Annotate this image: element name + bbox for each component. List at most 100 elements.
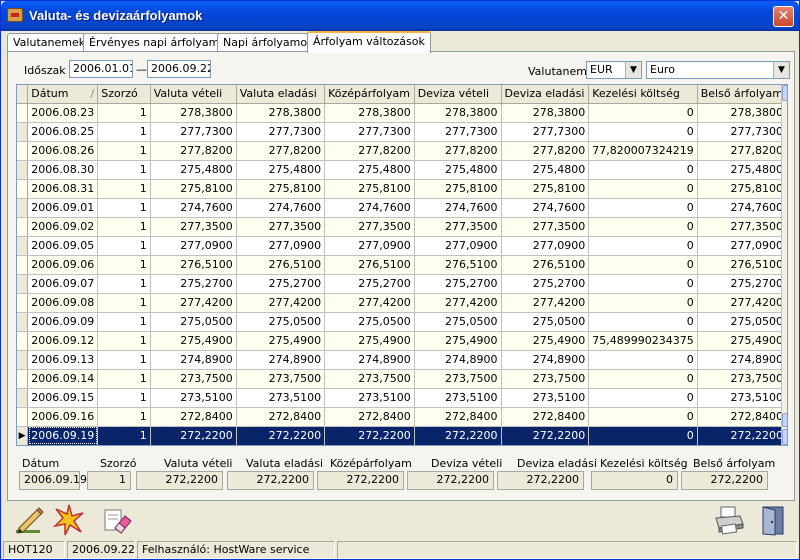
- cell-belso-arfolyam[interactable]: 277,8200: [697, 141, 787, 161]
- column-header-belso-arfolyam[interactable]: Belső árfolyam: [697, 85, 787, 104]
- row-indicator[interactable]: [17, 141, 29, 161]
- cell-deviza-veteli[interactable]: 276,5100: [414, 255, 502, 275]
- cell-datum[interactable]: 2006.09.13: [27, 350, 99, 370]
- chevron-down-icon[interactable]: ▼: [773, 62, 789, 78]
- table-row[interactable]: 2006.09.08 1 277,4200 277,4200 277,4200 277,4…: [17, 293, 787, 313]
- row-indicator[interactable]: [17, 331, 29, 351]
- scroll-up-icon[interactable]: ▲: [782, 85, 787, 101]
- cell-belso-arfolyam[interactable]: 275,0500: [697, 312, 787, 332]
- table-row[interactable]: 2006.09.14 1 273,7500 273,7500 273,7500 273,7…: [17, 369, 787, 389]
- cell-valuta-veteli[interactable]: 275,0500: [150, 312, 237, 332]
- cell-deviza-veteli[interactable]: 275,4800: [414, 160, 502, 180]
- print-icon[interactable]: [713, 504, 745, 536]
- cell-belso-arfolyam[interactable]: 278,3800: [697, 103, 787, 123]
- cell-deviza-veteli[interactable]: 275,0500: [414, 312, 502, 332]
- cell-valuta-eladasi[interactable]: 275,4800: [236, 160, 326, 180]
- cell-kezelesi-koltseg[interactable]: 0: [588, 179, 698, 199]
- cell-kezelesi-koltseg[interactable]: 0: [588, 122, 698, 142]
- cell-valuta-veteli[interactable]: 277,7300: [150, 122, 237, 142]
- cell-valuta-veteli[interactable]: 272,2200: [150, 426, 237, 445]
- delete-eraser-icon[interactable]: [101, 504, 133, 536]
- cell-szorzo[interactable]: 1: [97, 122, 151, 142]
- cell-kezelesi-koltseg[interactable]: 0: [588, 426, 698, 445]
- cell-valuta-veteli[interactable]: 274,7600: [150, 198, 237, 218]
- cell-valuta-veteli[interactable]: 274,8900: [150, 350, 237, 370]
- cell-deviza-veteli[interactable]: 274,8900: [414, 350, 502, 370]
- cell-kozeparfolyam[interactable]: 277,3500: [324, 217, 415, 237]
- cell-datum[interactable]: 2006.08.31: [27, 179, 99, 199]
- cell-belso-arfolyam[interactable]: 272,2200: [697, 426, 787, 445]
- cell-deviza-veteli[interactable]: 274,7600: [414, 198, 502, 218]
- table-row[interactable]: 2006.09.12 1 275,4900 275,4900 275,4900 275,4…: [17, 331, 787, 351]
- cell-valuta-eladasi[interactable]: 273,5100: [236, 388, 326, 408]
- column-header-kezelesi-koltseg[interactable]: Kezelési költség: [588, 85, 698, 104]
- cell-valuta-veteli[interactable]: 273,7500: [150, 369, 237, 389]
- row-indicator[interactable]: [17, 388, 29, 408]
- scroll-down-icon[interactable]: ▼: [782, 429, 787, 445]
- cell-szorzo[interactable]: 1: [97, 103, 151, 123]
- cell-valuta-eladasi[interactable]: 273,7500: [236, 369, 326, 389]
- row-indicator[interactable]: [17, 274, 29, 294]
- new-star-icon[interactable]: [53, 504, 85, 536]
- row-indicator[interactable]: [17, 198, 29, 218]
- cell-valuta-eladasi[interactable]: 274,7600: [236, 198, 326, 218]
- table-row[interactable]: 2006.08.31 1 275,8100 275,8100 275,8100 275,8…: [17, 179, 787, 199]
- cell-valuta-veteli[interactable]: 277,8200: [150, 141, 237, 161]
- cell-datum[interactable]: 2006.08.23: [27, 103, 99, 123]
- column-header-szorzo[interactable]: Szorzó: [97, 85, 151, 104]
- column-header-deviza-veteli[interactable]: Deviza vételi: [414, 85, 502, 104]
- cell-kezelesi-koltseg[interactable]: 75,489990234375: [588, 331, 698, 351]
- cell-kozeparfolyam[interactable]: 275,4800: [324, 160, 415, 180]
- scroll-thumb[interactable]: [782, 413, 787, 427]
- cell-datum[interactable]: 2006.09.09: [27, 312, 99, 332]
- cell-deviza-eladasi[interactable]: 275,4800: [501, 160, 590, 180]
- cell-datum[interactable]: 2006.09.12: [27, 331, 99, 351]
- cell-szorzo[interactable]: 1: [97, 179, 151, 199]
- cell-szorzo[interactable]: 1: [97, 369, 151, 389]
- cell-belso-arfolyam[interactable]: 277,7300: [697, 122, 787, 142]
- table-row[interactable]: 2006.09.07 1 275,2700 275,2700 275,2700 275,2…: [17, 274, 787, 294]
- cell-valuta-eladasi[interactable]: 274,8900: [236, 350, 326, 370]
- cell-valuta-veteli[interactable]: 275,8100: [150, 179, 237, 199]
- row-indicator[interactable]: [17, 179, 29, 199]
- cell-kozeparfolyam[interactable]: 273,7500: [324, 369, 415, 389]
- cell-valuta-eladasi[interactable]: 277,3500: [236, 217, 326, 237]
- table-row[interactable]: 2006.08.26 1 277,8200 277,8200 277,8200 277,8…: [17, 141, 787, 161]
- cell-belso-arfolyam[interactable]: 275,4800: [697, 160, 787, 180]
- cell-kezelesi-koltseg[interactable]: 0: [588, 312, 698, 332]
- cell-kozeparfolyam[interactable]: 277,8200: [324, 141, 415, 161]
- vertical-scrollbar[interactable]: ▲ ▼: [781, 85, 787, 445]
- cell-belso-arfolyam[interactable]: 275,4900: [697, 331, 787, 351]
- cell-valuta-veteli[interactable]: 275,2700: [150, 274, 237, 294]
- cell-kozeparfolyam[interactable]: 274,8900: [324, 350, 415, 370]
- cell-kozeparfolyam[interactable]: 277,0900: [324, 236, 415, 256]
- cell-kozeparfolyam[interactable]: 275,2700: [324, 274, 415, 294]
- chevron-down-icon[interactable]: ▼: [625, 62, 641, 78]
- cell-deviza-eladasi[interactable]: 275,4900: [501, 331, 590, 351]
- cell-szorzo[interactable]: 1: [97, 217, 151, 237]
- cell-kozeparfolyam[interactable]: 277,4200: [324, 293, 415, 313]
- cell-kozeparfolyam[interactable]: 275,8100: [324, 179, 415, 199]
- cell-valuta-veteli[interactable]: 277,3500: [150, 217, 237, 237]
- table-row[interactable]: ▶ 2006.09.19 1 272,2200 272,2200 272,2200 272,…: [17, 426, 787, 445]
- cell-deviza-veteli[interactable]: 273,7500: [414, 369, 502, 389]
- cell-szorzo[interactable]: 1: [97, 350, 151, 370]
- table-row[interactable]: 2006.08.23 1 278,3800 278,3800 278,3800 278,3…: [17, 103, 787, 123]
- row-indicator[interactable]: [17, 293, 29, 313]
- column-header-valuta-eladasi[interactable]: Valuta eladási: [236, 85, 326, 104]
- row-indicator[interactable]: [17, 255, 29, 275]
- cell-datum[interactable]: 2006.09.15: [27, 388, 99, 408]
- cell-kezelesi-koltseg[interactable]: 0: [588, 350, 698, 370]
- cell-deviza-eladasi[interactable]: 278,3800: [501, 103, 590, 123]
- cell-valuta-veteli[interactable]: 278,3800: [150, 103, 237, 123]
- cell-deviza-eladasi[interactable]: 273,7500: [501, 369, 590, 389]
- close-button[interactable]: ✕: [773, 6, 794, 27]
- cell-kozeparfolyam[interactable]: 272,2200: [324, 426, 415, 445]
- cell-kezelesi-koltseg[interactable]: 0: [588, 198, 698, 218]
- cell-datum[interactable]: 2006.09.08: [27, 293, 99, 313]
- cell-datum[interactable]: 2006.09.14: [27, 369, 99, 389]
- cell-deviza-eladasi[interactable]: 276,5100: [501, 255, 590, 275]
- cell-belso-arfolyam[interactable]: 274,7600: [697, 198, 787, 218]
- edit-pencil-icon[interactable]: [13, 504, 45, 536]
- currency-code-select[interactable]: EUR ▼: [586, 61, 642, 79]
